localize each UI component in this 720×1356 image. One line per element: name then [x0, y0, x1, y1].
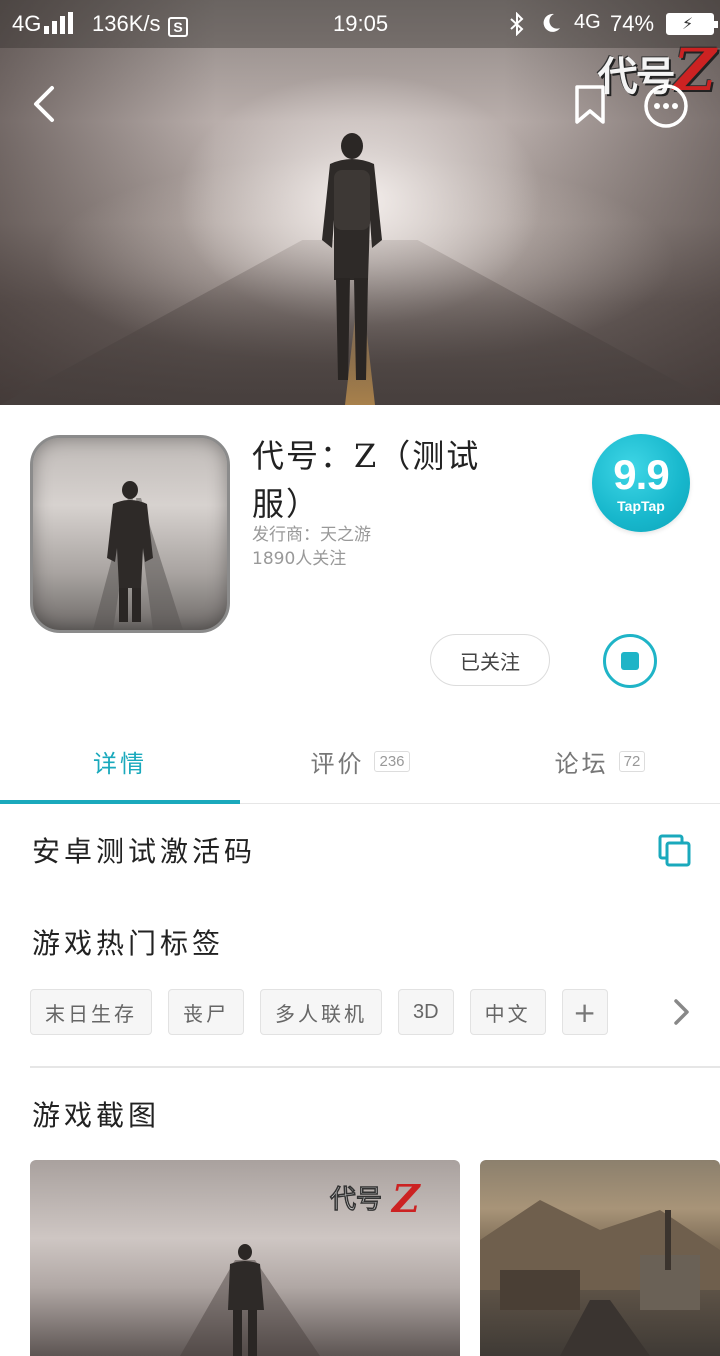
more-icon[interactable] [642, 82, 690, 130]
activation-code-title: 安卓测试激活码 [32, 835, 257, 868]
tab-reviews-count: 236 [374, 750, 410, 772]
tab-forum-count: 72 [618, 750, 646, 772]
follower-count: 1890人关注 [252, 549, 347, 569]
bookmark-icon[interactable] [572, 84, 608, 126]
rating-score: 9.9 [613, 451, 669, 498]
app-icon [30, 435, 230, 633]
network-type-2: 4G [574, 11, 601, 33]
tab-reviews-label: 评价 [310, 749, 365, 778]
bluetooth-icon [510, 12, 524, 36]
tab-bar: 详情 评价 236 论坛 72 [0, 718, 720, 804]
copy-icon[interactable] [658, 834, 692, 868]
tag-item[interactable]: 中文 [469, 989, 546, 1035]
clock: 19:05 [333, 11, 389, 36]
download-button[interactable] [603, 634, 657, 688]
moon-icon [543, 13, 560, 32]
back-icon[interactable] [30, 84, 58, 124]
add-tag-button[interactable]: + [561, 989, 608, 1035]
battery-icon: ⚡ [666, 13, 718, 35]
screenshot-2[interactable] [480, 1160, 720, 1356]
battery-percent: 74% [610, 11, 655, 36]
chevron-right-icon[interactable] [672, 998, 692, 1026]
s-app-icon: S [168, 12, 188, 38]
screenshot-1-art: 代号 Z [180, 1176, 421, 1356]
tab-details[interactable]: 详情 [0, 718, 240, 804]
svg-text:Z: Z [390, 1176, 421, 1221]
hero-walker-figure [322, 133, 382, 380]
tag-item[interactable]: 丧尸 [168, 989, 244, 1035]
signal-icon [44, 12, 73, 34]
status-bar: 4G 136K/s S 19:05 4G 74% ⚡ [0, 0, 720, 48]
network-speed: 136K/s [92, 11, 161, 36]
tab-details-label: 详情 [93, 749, 147, 778]
app-icon-art [93, 481, 183, 630]
tab-active-indicator [0, 800, 240, 804]
section-divider [30, 1066, 720, 1068]
tag-list: 末日生存 丧尸 多人联机 3D 中文 + [30, 989, 608, 1035]
screenshot-2-art [480, 1200, 720, 1356]
screenshot-1[interactable]: 代号 Z [30, 1160, 460, 1356]
rating-badge: 9.9 TapTap [592, 434, 690, 532]
app-title: 代号：Z（测试服） [252, 437, 481, 523]
hot-tags-title: 游戏热门标签 [32, 927, 225, 960]
tab-reviews[interactable]: 评价 236 [240, 718, 480, 804]
tab-forum-label: 论坛 [554, 749, 609, 778]
screenshots-title: 游戏截图 [32, 1099, 161, 1132]
svg-text:代号: 代号 [329, 1185, 382, 1215]
rating-brand: TapTap [617, 498, 665, 514]
follow-button[interactable]: 已关注 [430, 634, 550, 686]
stop-icon [621, 652, 639, 670]
tag-item[interactable]: 末日生存 [30, 989, 152, 1035]
hero-banner: 代号Z [0, 0, 720, 405]
tag-item[interactable]: 3D [398, 989, 454, 1035]
network-type: 4G [12, 11, 42, 36]
tab-forum[interactable]: 论坛 72 [480, 718, 720, 804]
tag-item[interactable]: 多人联机 [260, 989, 382, 1035]
publisher: 发行商：天之游 [252, 525, 371, 545]
